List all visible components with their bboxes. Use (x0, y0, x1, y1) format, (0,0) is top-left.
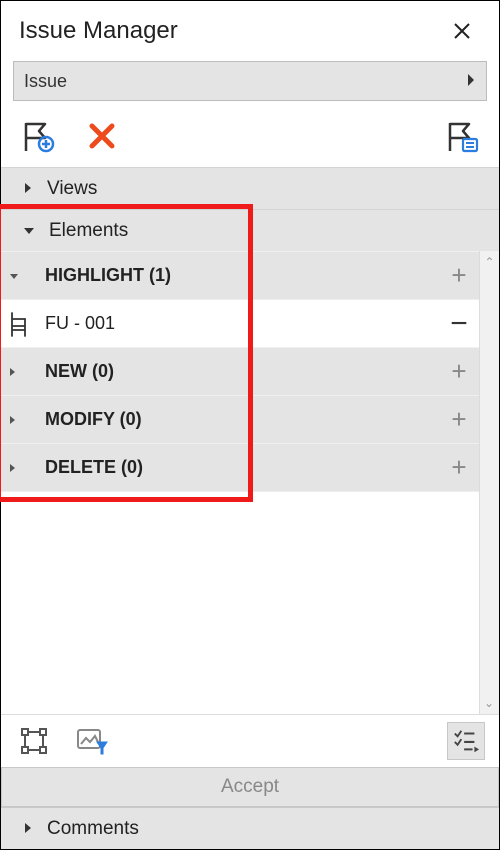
bounding-box-icon[interactable] (15, 722, 53, 760)
issue-dropdown-label: Issue (24, 71, 67, 92)
close-icon[interactable] (443, 12, 481, 50)
chevron-down-icon (1, 268, 23, 284)
chevron-right-icon (1, 412, 23, 428)
section-elements[interactable]: Elements (1, 209, 499, 251)
chevron-right-icon (1, 460, 23, 476)
add-modify-button[interactable]: + (439, 404, 479, 435)
accept-button[interactable]: Accept (1, 767, 499, 807)
category-delete-label: DELETE (0) (23, 457, 439, 478)
category-modify[interactable]: MODIFY (0) + (1, 395, 479, 443)
category-modify-label: MODIFY (0) (23, 409, 439, 430)
category-new[interactable]: NEW (0) + (1, 347, 479, 395)
flag-details-icon[interactable] (443, 117, 481, 155)
element-item[interactable]: FU - 001 − (1, 299, 479, 347)
section-comments[interactable]: Comments (1, 807, 499, 849)
section-comments-label: Comments (47, 818, 139, 840)
add-flag-icon[interactable] (19, 117, 57, 155)
accept-button-label: Accept (221, 776, 279, 798)
scroll-down-icon[interactable]: ⌄ (479, 692, 499, 714)
chevron-right-icon (466, 71, 476, 92)
delete-x-icon[interactable] (83, 117, 121, 155)
section-elements-label: Elements (49, 220, 128, 242)
section-views[interactable]: Views (1, 167, 499, 209)
category-new-label: NEW (0) (23, 361, 439, 382)
add-highlight-button[interactable]: + (439, 260, 479, 291)
empty-area (1, 491, 479, 714)
category-delete[interactable]: DELETE (0) + (1, 443, 479, 491)
chevron-right-icon (1, 364, 23, 380)
issue-dropdown[interactable]: Issue (13, 61, 487, 101)
chevron-right-icon (23, 178, 33, 200)
window-title: Issue Manager (19, 17, 178, 45)
scrollbar[interactable]: ⌃ ⌄ (479, 251, 499, 714)
image-filter-icon[interactable] (73, 722, 111, 760)
chevron-down-icon (23, 220, 35, 242)
remove-item-button[interactable]: − (439, 316, 479, 331)
add-new-button[interactable]: + (439, 356, 479, 387)
category-highlight-label: HIGHLIGHT (1) (23, 265, 439, 286)
chevron-right-icon (23, 818, 33, 840)
checklist-icon[interactable] (447, 722, 485, 760)
category-highlight[interactable]: HIGHLIGHT (1) + (1, 251, 479, 299)
chair-icon (1, 310, 45, 338)
element-item-label: FU - 001 (45, 313, 439, 334)
section-views-label: Views (47, 178, 97, 200)
add-delete-button[interactable]: + (439, 452, 479, 483)
scroll-up-icon[interactable]: ⌃ (480, 251, 499, 273)
